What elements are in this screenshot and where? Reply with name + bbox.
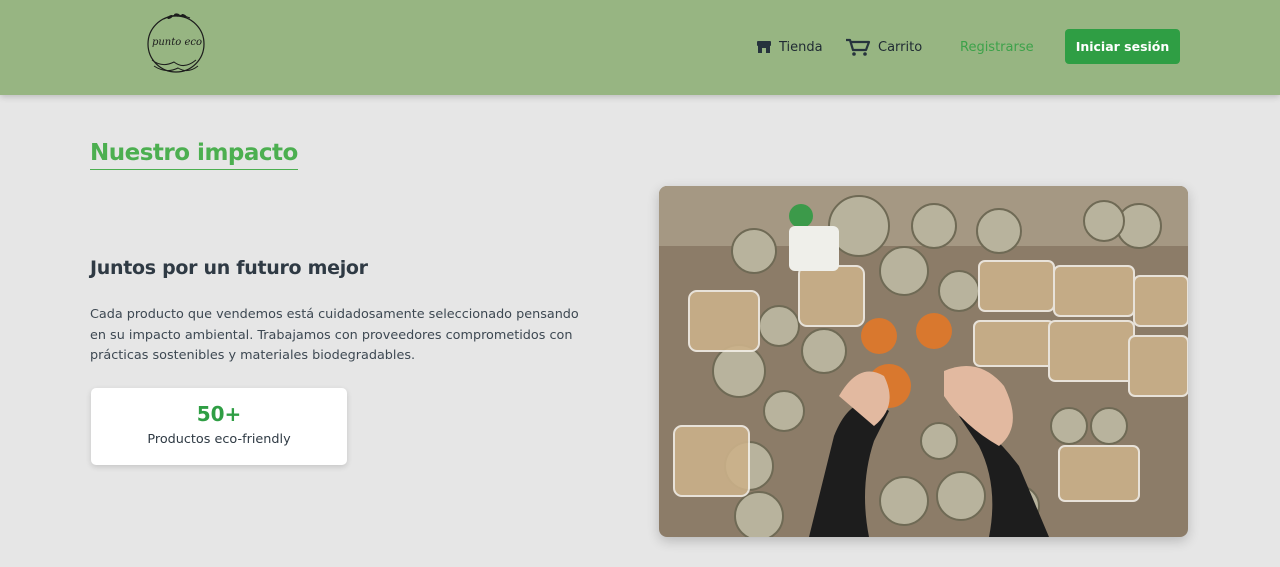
pantry-jars-image — [659, 186, 1188, 537]
pantry-jars-photo — [659, 186, 1188, 537]
nav-cart-label: Carrito — [878, 39, 923, 55]
nav-store-label: Tienda — [779, 39, 823, 55]
stat-label: Productos eco-friendly — [147, 432, 291, 447]
description: Cada producto que vendemos está cuidados… — [90, 307, 579, 363]
nav-cart-link[interactable]: Carrito — [845, 37, 922, 57]
login-button[interactable]: Iniciar sesión — [1065, 29, 1180, 64]
top-navbar: punto eco Tienda Carrito Registrarse Ini… — [0, 0, 1280, 95]
stat-card: 50+ Productos eco-friendly — [91, 388, 347, 465]
nav-store-link[interactable]: Tienda — [756, 37, 823, 57]
register-link[interactable]: Registrarse — [960, 37, 1034, 57]
store-icon — [757, 41, 771, 53]
logo-text: punto eco — [151, 37, 203, 48]
cart-icon — [846, 38, 871, 56]
subtitle: Juntos por un futuro mejor — [90, 257, 368, 279]
punto-eco-logo[interactable]: punto eco — [144, 10, 208, 78]
section-title: Nuestro impacto — [90, 138, 298, 170]
stat-value: 50+ — [196, 402, 242, 426]
